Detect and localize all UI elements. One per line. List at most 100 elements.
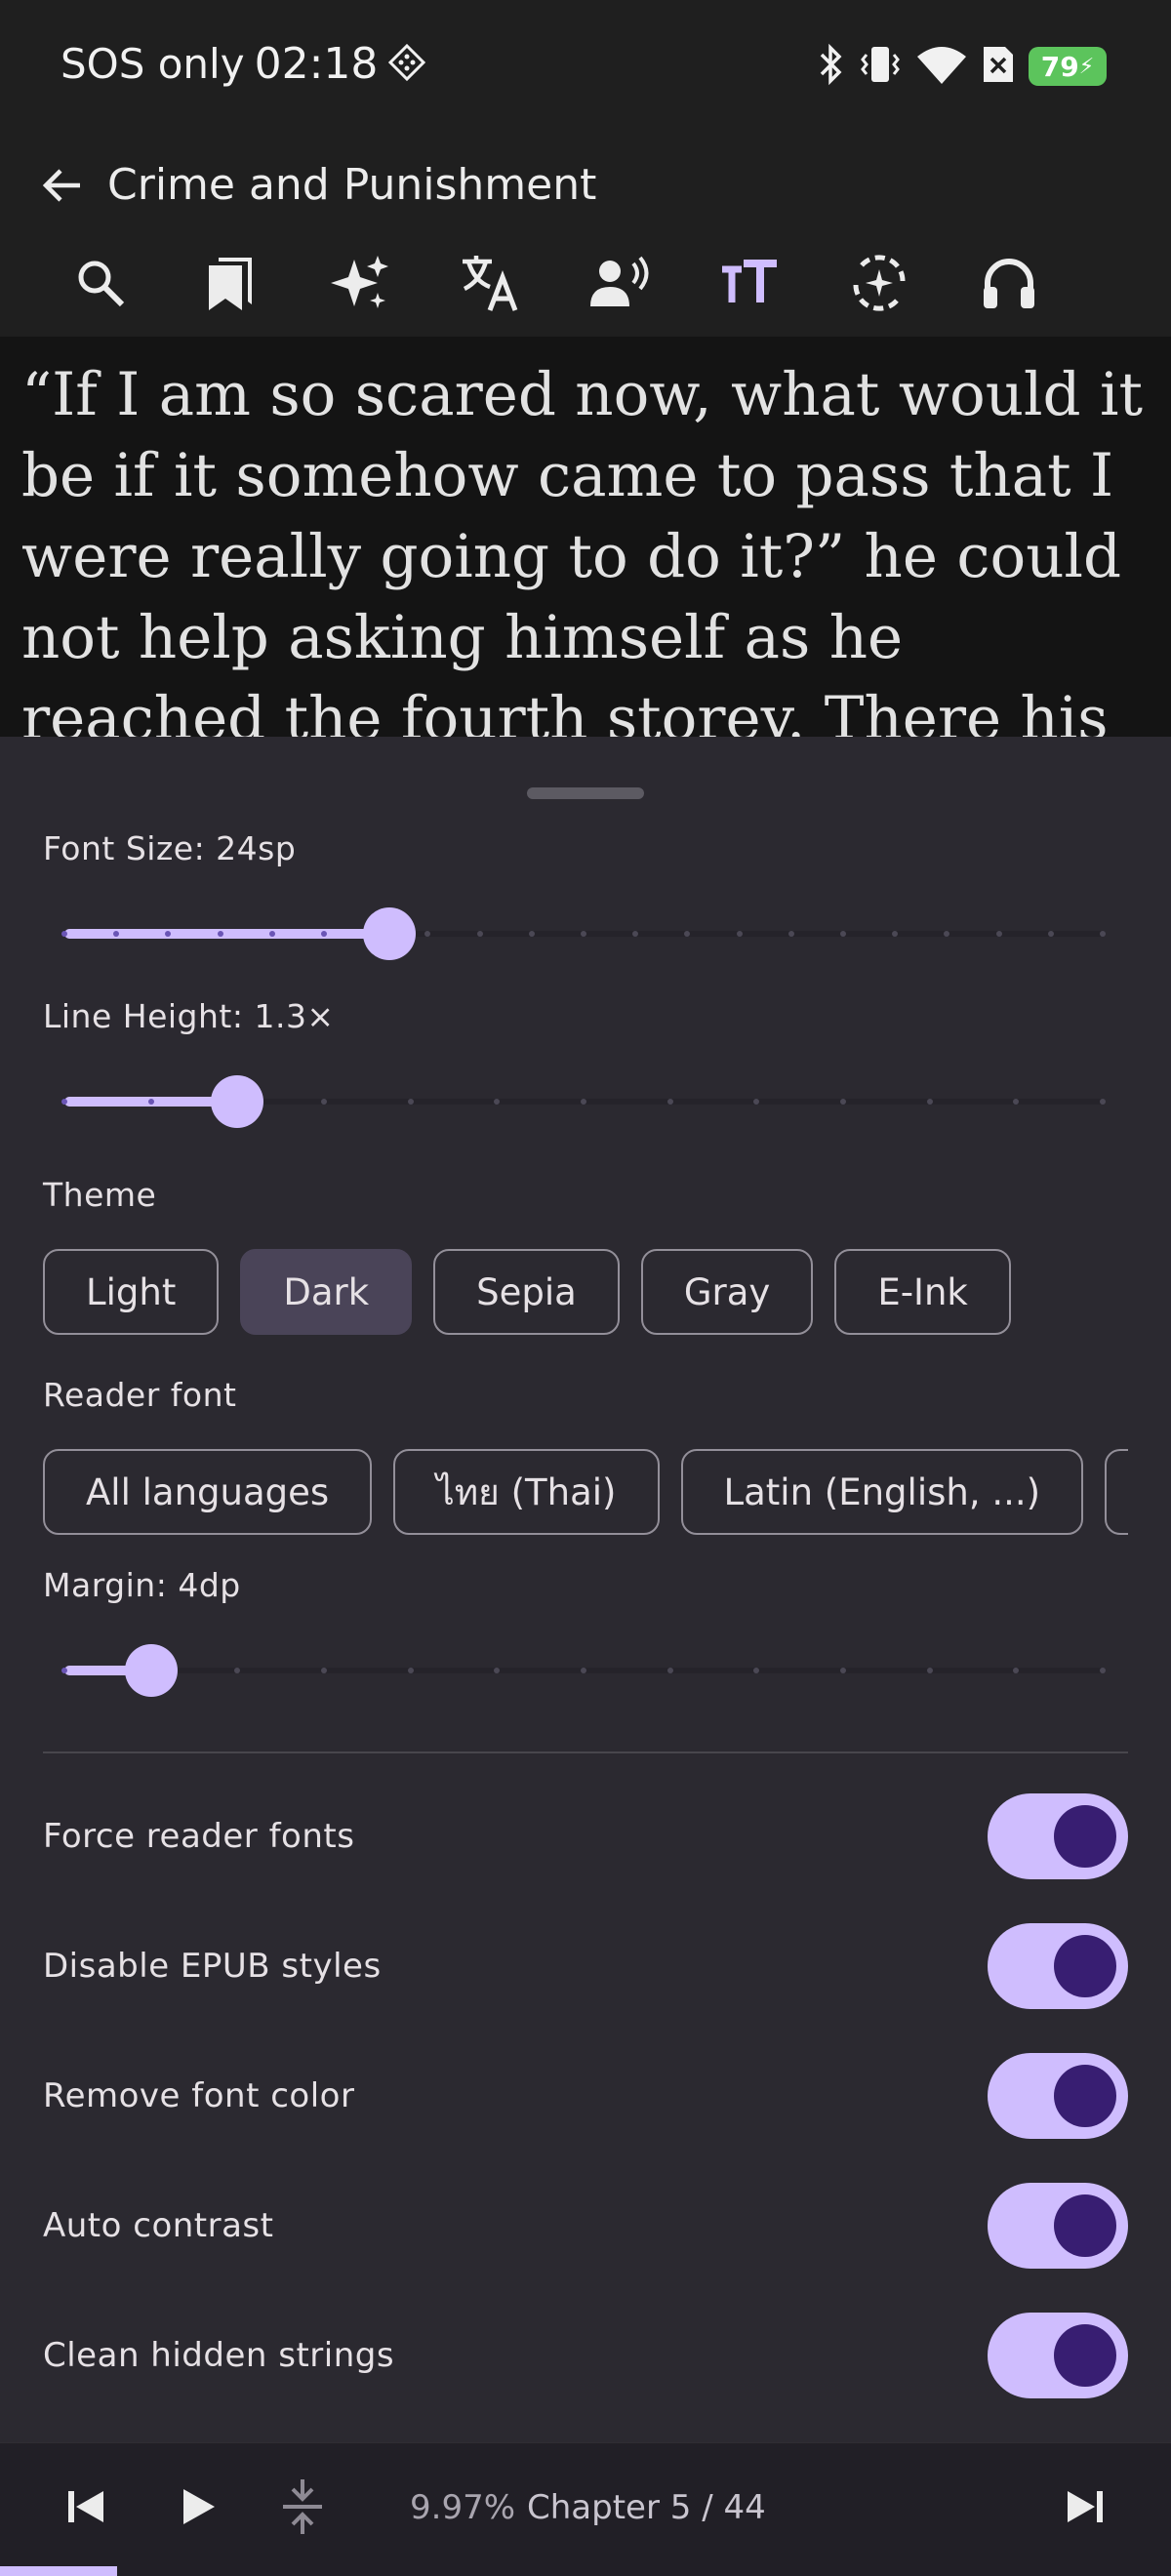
theme-chip-dark[interactable]: Dark	[240, 1249, 413, 1335]
previous-chapter-button[interactable]	[47, 2473, 125, 2541]
voice-read-icon	[589, 256, 648, 306]
theme-chip-light[interactable]: Light	[43, 1249, 220, 1335]
slider-tick	[147, 1099, 154, 1105]
slider-tick	[736, 931, 743, 937]
play-button[interactable]	[158, 2473, 236, 2541]
vibrate-icon	[859, 43, 902, 90]
toggle-label: Force reader fonts	[43, 1817, 355, 1856]
text-format-button[interactable]	[684, 234, 814, 332]
compress-button[interactable]	[263, 2473, 342, 2541]
font-size-slider[interactable]	[61, 905, 1106, 963]
slider-thumb[interactable]	[362, 907, 416, 960]
toggle-row-disable-epub-styles[interactable]: Disable EPUB styles	[0, 1908, 1171, 2025]
toggle-row-auto-contrast[interactable]: Auto contrast	[0, 2167, 1171, 2284]
switch-knob	[1054, 1805, 1116, 1868]
skip-next-icon	[1068, 2491, 1103, 2522]
slider-tick	[1100, 1668, 1106, 1673]
slider-tick	[926, 1099, 933, 1105]
toggle-label: Auto contrast	[43, 2206, 274, 2245]
margin-slider[interactable]	[61, 1641, 1106, 1700]
carrier-status: SOS only	[61, 40, 245, 88]
book-title: Crime and Punishment	[107, 160, 597, 210]
slider-tick	[1100, 1099, 1106, 1105]
switch-knob	[1054, 2194, 1116, 2257]
slider-tick	[217, 931, 223, 937]
translate-icon	[462, 256, 517, 311]
theme-chip-sepia[interactable]: Sepia	[433, 1249, 620, 1335]
slider-tick	[321, 1099, 327, 1105]
font-chip-all-languages[interactable]: All languages	[43, 1449, 373, 1535]
line-height-slider[interactable]	[61, 1072, 1106, 1131]
slider-tick	[581, 1668, 586, 1673]
theme-chip-eink[interactable]: E-Ink	[834, 1249, 1011, 1335]
drag-handle[interactable]	[527, 787, 644, 799]
arrow-back-icon	[42, 169, 80, 202]
sparkle-icon	[330, 256, 388, 308]
bookmarks-icon	[208, 258, 252, 310]
battery-indicator: 79 ⚡	[1029, 47, 1107, 86]
auto-contrast-switch[interactable]	[988, 2183, 1128, 2269]
translate-button[interactable]	[424, 234, 554, 332]
slider-thumb[interactable]	[211, 1075, 264, 1128]
toggle-row-remove-font-color[interactable]: Remove font color	[0, 2037, 1171, 2154]
headphones-icon	[983, 259, 1034, 308]
reader-font-chip-scroller[interactable]: All languages ไทย (Thai) Latin (English,…	[43, 1449, 1128, 1539]
vertical-align-center-icon	[283, 2479, 322, 2534]
font-chip-more[interactable]: I	[1105, 1449, 1128, 1535]
slider-tick	[840, 931, 846, 937]
reader-font-label: Reader font	[43, 1376, 237, 1414]
theme-label: Theme	[43, 1176, 157, 1214]
font-chip-thai[interactable]: ไทย (Thai)	[393, 1449, 660, 1535]
read-aloud-button[interactable]	[554, 234, 684, 332]
next-chapter-button[interactable]	[1046, 2473, 1124, 2541]
battery-level: 79	[1040, 50, 1079, 83]
text-settings-sheet: Font Size: 24sp Line Height: 1.3× Theme …	[0, 737, 1171, 2442]
slider-tick	[528, 931, 535, 937]
slider-tick	[787, 931, 794, 937]
clock: 02:18	[254, 39, 379, 89]
slider-thumb[interactable]	[124, 1644, 178, 1697]
toggle-row-clean-hidden-strings[interactable]: Clean hidden strings	[0, 2297, 1171, 2414]
slider-tick	[995, 931, 1002, 937]
reader-text: “If I am so scared now, what would it be…	[21, 360, 1144, 737]
back-button[interactable]	[20, 160, 105, 211]
remove-font-color-switch[interactable]	[988, 2053, 1128, 2139]
slider-tick	[61, 1099, 67, 1105]
font-chip-latin[interactable]: Latin (English, ...)	[680, 1449, 1084, 1535]
slider-tick	[321, 931, 327, 937]
theme-chip-group: Light Dark Sepia Gray E-Ink	[43, 1249, 1011, 1335]
slider-tick	[581, 1099, 586, 1105]
force-reader-fonts-switch[interactable]	[988, 1793, 1128, 1879]
slider-tick	[61, 931, 67, 937]
ai-button[interactable]	[295, 234, 424, 332]
slider-tick	[61, 1668, 67, 1673]
clean-hidden-strings-switch[interactable]	[988, 2313, 1128, 2398]
slider-tick	[268, 931, 275, 937]
switch-knob	[1054, 2324, 1116, 2387]
search-button[interactable]	[35, 234, 165, 332]
switch-knob	[1054, 1935, 1116, 1997]
progress-percent: 9.97%	[410, 2488, 516, 2527]
audiobook-button[interactable]	[944, 234, 1073, 332]
slider-tick	[1047, 931, 1054, 937]
toggle-label: Remove font color	[43, 2076, 355, 2115]
toggle-row-force-reader-fonts[interactable]: Force reader fonts	[0, 1778, 1171, 1895]
slider-tick	[840, 1099, 846, 1105]
status-bar: SOS only 02:18 79 ⚡	[0, 0, 1171, 137]
slider-tick	[476, 931, 483, 937]
section-divider	[43, 1751, 1128, 1753]
skip-previous-icon	[68, 2491, 103, 2522]
line-height-label: Line Height: 1.3×	[43, 997, 335, 1035]
sync-button[interactable]	[814, 234, 944, 332]
reader-page[interactable]: “If I am so scared now, what would it be…	[0, 337, 1171, 737]
theme-chip-gray[interactable]: Gray	[640, 1249, 814, 1335]
bookmarks-button[interactable]	[165, 234, 295, 332]
slider-tick	[666, 1099, 673, 1105]
switch-knob	[1054, 2065, 1116, 2127]
no-sim-icon	[982, 43, 1015, 90]
app-bar: Crime and Punishment	[0, 137, 1171, 337]
search-icon	[78, 261, 124, 307]
disable-epub-styles-switch[interactable]	[988, 1923, 1128, 2009]
margin-label: Margin: 4dp	[43, 1566, 241, 1604]
bluetooth-icon	[816, 43, 845, 90]
